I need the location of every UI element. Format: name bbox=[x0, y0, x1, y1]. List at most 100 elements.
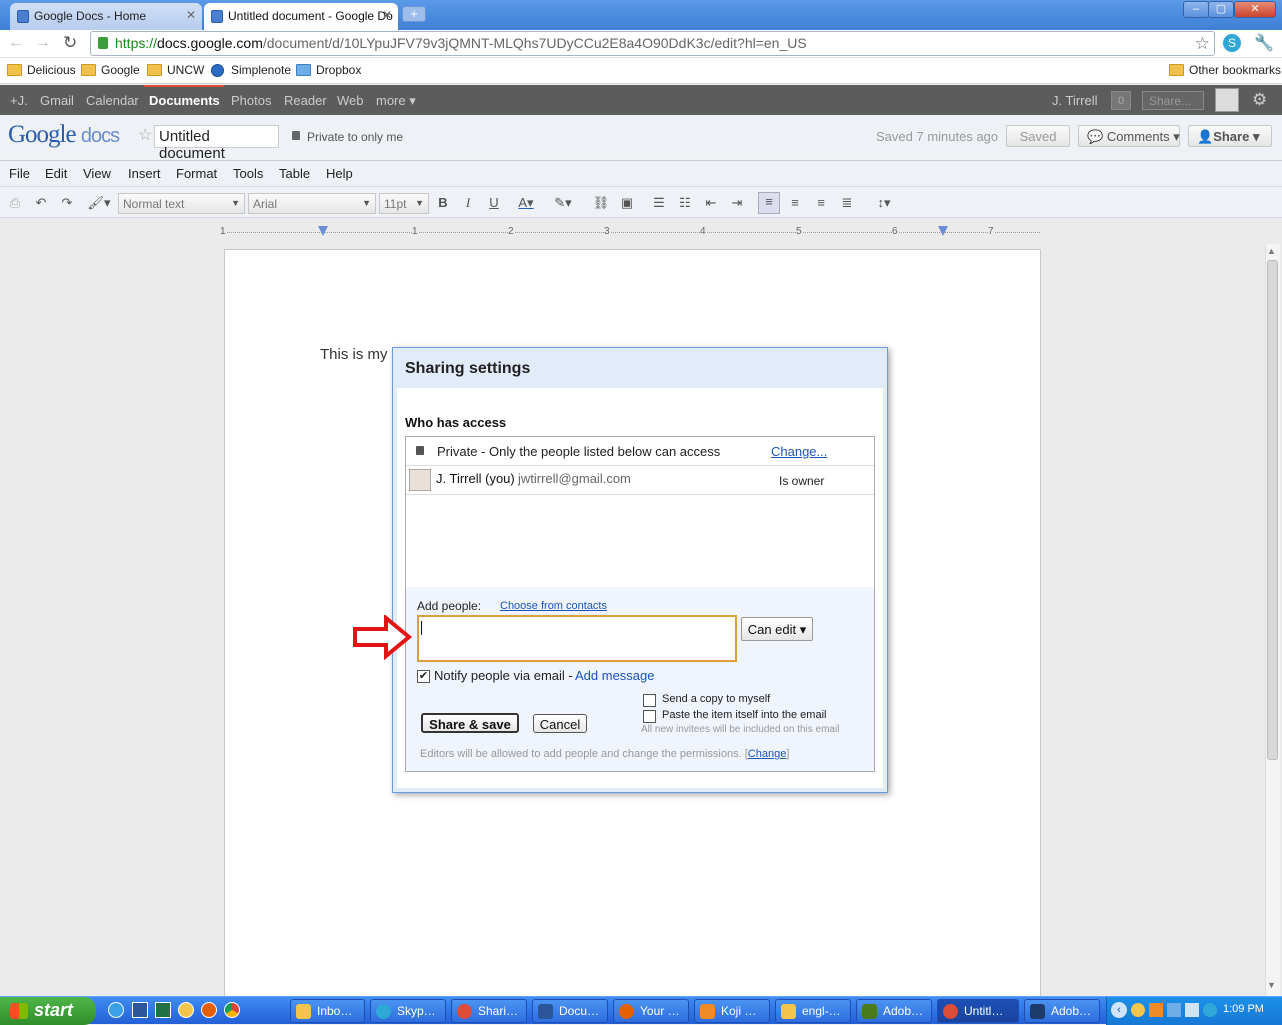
send-copy-checkbox[interactable] bbox=[643, 694, 656, 707]
saved-button[interactable]: Saved bbox=[1006, 125, 1070, 147]
forward-icon[interactable]: → bbox=[35, 34, 51, 52]
gbar-share-button[interactable]: Share... bbox=[1142, 91, 1204, 110]
tray-icon[interactable] bbox=[1149, 1003, 1163, 1017]
editors-change-link[interactable]: Change bbox=[748, 748, 787, 760]
increase-indent-icon[interactable]: ⇥ bbox=[728, 194, 746, 212]
italic-icon[interactable]: I bbox=[459, 194, 477, 212]
menu-insert[interactable]: Insert bbox=[128, 166, 161, 181]
excel-icon[interactable] bbox=[155, 1002, 171, 1018]
dropbox-icon[interactable] bbox=[1167, 1003, 1181, 1017]
gbar-more[interactable]: more ▾ bbox=[376, 93, 416, 109]
image-icon[interactable]: ▣ bbox=[618, 194, 636, 212]
firefox-icon[interactable] bbox=[201, 1002, 217, 1018]
link-icon[interactable]: ⛓ bbox=[592, 194, 610, 212]
network-icon[interactable] bbox=[1185, 1003, 1199, 1017]
font-dropdown[interactable]: Arial ▼ bbox=[248, 193, 376, 214]
maximize-button[interactable]: ▢ bbox=[1208, 1, 1234, 18]
bulleted-list-icon[interactable]: ☷ bbox=[676, 194, 694, 212]
browser-tab-docs-home[interactable]: Google Docs - Home ✕ bbox=[10, 3, 202, 30]
taskbar-item-inbox[interactable]: Inbo… bbox=[290, 999, 365, 1023]
menu-table[interactable]: Table bbox=[279, 166, 310, 181]
skype-icon[interactable] bbox=[1203, 1003, 1217, 1017]
taskbar-item-adobe-dw[interactable]: Adob… bbox=[856, 999, 932, 1023]
bold-icon[interactable]: B bbox=[434, 194, 452, 212]
star-icon[interactable]: ☆ bbox=[138, 125, 152, 145]
taskbar-item-koji[interactable]: Koji … bbox=[694, 999, 770, 1023]
undo-icon[interactable]: ↶ bbox=[32, 194, 50, 212]
paint-format-icon[interactable]: 🖌▾ bbox=[85, 194, 113, 212]
redo-icon[interactable]: ↷ bbox=[58, 194, 76, 212]
gbar-user-name[interactable]: J. Tirrell bbox=[1052, 93, 1098, 108]
menu-file[interactable]: File bbox=[9, 166, 30, 181]
address-bar[interactable]: https://docs.google.com/document/d/10LYp… bbox=[90, 31, 1215, 56]
minimize-button[interactable]: – bbox=[1183, 1, 1209, 18]
document-body-text[interactable]: This is my bbox=[320, 346, 388, 363]
gbar-calendar[interactable]: Calendar bbox=[86, 93, 139, 108]
paste-item-checkbox[interactable] bbox=[643, 710, 656, 723]
cancel-button[interactable]: Cancel bbox=[533, 714, 587, 733]
notification-count[interactable]: 0 bbox=[1111, 91, 1131, 110]
close-icon[interactable]: ✕ bbox=[382, 8, 392, 22]
reload-icon[interactable]: ↻ bbox=[63, 33, 77, 53]
decrease-indent-icon[interactable]: ⇤ bbox=[702, 194, 720, 212]
ruler[interactable]: 1 1 2 3 4 5 6 7 bbox=[220, 226, 1042, 240]
scroll-up-icon[interactable]: ▲ bbox=[1267, 246, 1276, 256]
font-size-dropdown[interactable]: 11pt ▼ bbox=[379, 193, 429, 214]
bookmark-other[interactable]: Other bookmarks bbox=[1169, 63, 1281, 77]
change-privacy-link[interactable]: Change... bbox=[771, 444, 827, 459]
google-docs-logo[interactable]: Google docs bbox=[8, 121, 120, 149]
word-icon[interactable] bbox=[132, 1002, 148, 1018]
menu-view[interactable]: View bbox=[83, 166, 111, 181]
menu-help[interactable]: Help bbox=[326, 166, 353, 181]
bookmark-uncw[interactable]: UNCW bbox=[147, 63, 204, 77]
style-dropdown[interactable]: Normal text ▼ bbox=[118, 193, 245, 214]
right-indent-marker[interactable] bbox=[938, 226, 948, 236]
skype-extension-icon[interactable]: S bbox=[1223, 34, 1241, 52]
tray-icon[interactable] bbox=[1131, 1003, 1145, 1017]
add-people-input[interactable] bbox=[417, 615, 737, 662]
outlook-icon[interactable] bbox=[178, 1002, 194, 1018]
text-color-icon[interactable]: A▾ bbox=[512, 194, 540, 212]
taskbar-item-document[interactable]: Docu… bbox=[532, 999, 608, 1023]
align-left-icon[interactable]: ≡ bbox=[758, 192, 780, 214]
gbar-web[interactable]: Web bbox=[337, 93, 364, 108]
taskbar-item-untitled[interactable]: Untitl… bbox=[937, 999, 1019, 1023]
underline-icon[interactable]: U bbox=[485, 194, 503, 212]
line-spacing-icon[interactable]: ↕▾ bbox=[868, 194, 900, 212]
print-icon[interactable]: ⎙ bbox=[6, 194, 24, 212]
clock[interactable]: 1:09 PM bbox=[1223, 1003, 1264, 1015]
chevron-left-icon[interactable]: ‹ bbox=[1111, 1002, 1127, 1018]
justify-icon[interactable]: ≣ bbox=[838, 194, 856, 212]
choose-contacts-link[interactable]: Choose from contacts bbox=[500, 600, 607, 612]
star-icon[interactable]: ☆ bbox=[1195, 34, 1210, 54]
avatar[interactable] bbox=[1215, 88, 1239, 112]
menu-edit[interactable]: Edit bbox=[45, 166, 67, 181]
bookmark-google[interactable]: Google bbox=[81, 63, 140, 77]
privacy-status[interactable]: Private to only me bbox=[307, 130, 403, 144]
taskbar-item-sharing[interactable]: Shari… bbox=[451, 999, 527, 1023]
left-indent-marker[interactable] bbox=[318, 226, 328, 236]
share-button[interactable]: 👤Share ▾ bbox=[1188, 125, 1272, 147]
browser-tab-untitled[interactable]: Untitled document - Google Do ✕ bbox=[204, 3, 398, 30]
document-title[interactable]: Untitled document bbox=[154, 125, 279, 162]
new-tab-button[interactable]: + bbox=[402, 6, 426, 22]
taskbar-item-skype[interactable]: Skyp… bbox=[370, 999, 446, 1023]
gbar-reader[interactable]: Reader bbox=[284, 93, 327, 108]
gbar-documents[interactable]: Documents bbox=[149, 93, 220, 108]
scrollbar-thumb[interactable] bbox=[1267, 260, 1278, 760]
taskbar-item-adobe-ps[interactable]: Adob… bbox=[1024, 999, 1100, 1023]
align-center-icon[interactable]: ≡ bbox=[786, 194, 804, 212]
gbar-gmail[interactable]: Gmail bbox=[40, 93, 74, 108]
gear-icon[interactable]: ⚙ bbox=[1252, 90, 1267, 110]
taskbar-item-engl[interactable]: engl-… bbox=[775, 999, 851, 1023]
gbar-plus-j[interactable]: +J. bbox=[10, 93, 28, 108]
add-message-link[interactable]: Add message bbox=[575, 668, 655, 683]
taskbar-item-your[interactable]: Your … bbox=[613, 999, 689, 1023]
menu-format[interactable]: Format bbox=[176, 166, 217, 181]
bookmark-simplenote[interactable]: Simplenote bbox=[211, 63, 291, 77]
ie-icon[interactable] bbox=[108, 1002, 124, 1018]
gbar-photos[interactable]: Photos bbox=[231, 93, 271, 108]
permission-dropdown[interactable]: Can edit ▾ bbox=[741, 617, 813, 641]
share-save-button[interactable]: Share & save bbox=[421, 713, 519, 733]
chrome-icon[interactable] bbox=[224, 1002, 240, 1018]
